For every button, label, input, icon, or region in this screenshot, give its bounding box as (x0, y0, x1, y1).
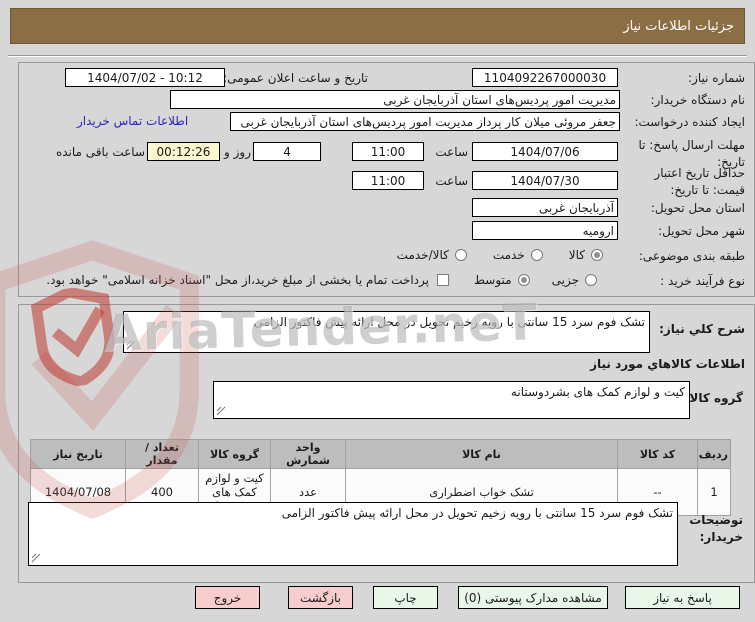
col-item-group: گروه کالا (198, 439, 271, 469)
buyer-org-value: مدیریت امور پردیس‌های استان آذربایجان غر… (383, 92, 616, 107)
buyer-org-field[interactable]: مدیریت امور پردیس‌های استان آذربایجان غر… (170, 90, 620, 109)
deadline-time-value: 11:00 (370, 144, 406, 159)
creator-value: جعفر مروئی میلان کار پرداز مدیریت امور پ… (240, 114, 616, 129)
service-radio[interactable] (530, 249, 543, 261)
remaining-time-label: ساعت باقی مانده (55, 145, 145, 159)
buyer-notes-label: توضیحات خریدار: (689, 513, 743, 545)
service-radio-label: خدمت (492, 248, 525, 262)
goods-service-radio[interactable] (454, 249, 467, 261)
medium-radio[interactable] (517, 274, 530, 286)
city-label: شهر محل تحویل: (658, 224, 745, 238)
remaining-time-value: 00:12:26 (156, 144, 211, 159)
col-quantity: تعداد / مقدار (125, 439, 199, 469)
creator-field[interactable]: جعفر مروئی میلان کار پرداز مدیریت امور پ… (230, 112, 620, 131)
validity-time-field[interactable]: 11:00 (352, 171, 424, 190)
remaining-days-label: روز و (224, 145, 251, 159)
remaining-days-field: 4 (253, 142, 321, 161)
exit-button[interactable]: خروج (195, 586, 260, 609)
minor-radio-label: جزیی (551, 273, 579, 287)
announce-datetime-label: تاریخ و ساعت اعلان عمومی: (223, 71, 368, 85)
classification-options: کالا خدمت کالا/خدمت (397, 248, 603, 262)
buyer-notes-value: تشک فوم سرد 15 سانتی با رویه زخیم تحویل … (281, 506, 673, 520)
process-type-label: نوع فرآیند خرید : (660, 274, 745, 288)
col-item-name: نام کالا (345, 439, 618, 469)
page-header-bar: جزئیات اطلاعات نیاز (10, 8, 745, 44)
buyer-org-label: نام دستگاه خریدار: (650, 93, 746, 107)
medium-radio-label: متوسط (473, 273, 512, 287)
header-divider (8, 55, 747, 57)
goods-group-value: کیت و لوازم کمک های بشردوستانه (510, 385, 685, 399)
goods-group-label: گروه کالا: (684, 391, 743, 405)
validity-time-value: 11:00 (370, 173, 406, 188)
description-value: تشک فوم سرد 15 سانتی با رویه زخیم تحویل … (253, 315, 645, 329)
city-value: ارومیه (582, 223, 614, 238)
classification-option-service: خدمت (493, 248, 543, 262)
view-attachments-button[interactable]: مشاهده مدارک پیوستی (0) (458, 586, 608, 609)
province-value: آذربایجان غربی (538, 200, 614, 215)
col-row-number: ردیف (697, 439, 731, 469)
goods-section-title: اطلاعات کالاهاي مورد نیاز (590, 357, 745, 371)
goods-group-field[interactable]: کیت و لوازم کمک های بشردوستانه (213, 381, 690, 419)
minor-radio[interactable] (585, 274, 597, 286)
need-number-field[interactable]: 1104092267000030 (472, 68, 618, 87)
need-number-label: شماره نیاز: (688, 71, 745, 85)
buyer-contact-link[interactable]: اطلاعات تماس خریدار (77, 114, 188, 128)
province-label: استان محل تحویل: (650, 201, 745, 215)
need-details-page: جزئیات اطلاعات نیاز شماره نیاز: 11040922… (0, 0, 755, 622)
validity-hour-label: ساعت (435, 174, 468, 188)
deadline-date-value: 1404/07/06 (510, 144, 580, 159)
need-number-value: 1104092267000030 (483, 70, 607, 85)
remaining-days-value: 4 (283, 144, 291, 159)
resize-grip-icon (31, 553, 41, 563)
page-title: جزئیات اطلاعات نیاز (623, 18, 734, 34)
col-need-date: تاریخ نیاز (30, 439, 126, 469)
goods-service-radio-label: کالا/خدمت (396, 248, 449, 262)
deadline-time-field[interactable]: 11:00 (352, 142, 424, 161)
description-label: شرح کلي نیاز: (659, 322, 745, 336)
print-button[interactable]: چاپ (373, 586, 438, 609)
remaining-time-field: 00:12:26 (147, 142, 220, 161)
goods-radio[interactable] (591, 249, 603, 261)
goods-radio-label: کالا (568, 248, 585, 262)
buyer-notes-textarea[interactable]: تشک فوم سرد 15 سانتی با رویه زخیم تحویل … (28, 502, 678, 566)
treasury-payment-checkbox[interactable] (437, 274, 449, 286)
treasury-payment-label: پرداخت تمام یا بخشی از مبلغ خرید،از محل … (46, 273, 429, 287)
creator-label: ایجاد کننده درخواست: (634, 115, 745, 129)
col-item-code: کد کالا (617, 439, 698, 469)
process-option-medium: متوسط (474, 273, 530, 287)
deadline-hour-label: ساعت (435, 145, 468, 159)
treasury-payment-group: پرداخت تمام یا بخشی از مبلغ خرید،از محل … (46, 273, 449, 287)
classification-option-goods-service: کالا/خدمت (397, 248, 467, 262)
announce-datetime-value: 1404/07/02 - 10:12 (87, 70, 203, 85)
respond-button[interactable]: پاسخ به نیاز (625, 586, 740, 609)
process-type-options: جزیی متوسط (474, 273, 597, 287)
back-button[interactable]: بازگشت (288, 586, 353, 609)
validity-date-field[interactable]: 1404/07/30 (472, 171, 618, 190)
validity-label: حداقل تاریخ اعتبار قیمت: تا تاریخ: (654, 166, 745, 198)
province-field[interactable]: آذربایجان غربی (472, 198, 618, 217)
deadline-date-field[interactable]: 1404/07/06 (472, 142, 618, 161)
resize-grip-icon (216, 406, 226, 416)
classification-option-goods: کالا (569, 248, 603, 262)
classification-label: طبقه بندی موضوعی: (638, 249, 745, 263)
description-textarea[interactable]: تشک فوم سرد 15 سانتی با رویه زخیم تحویل … (123, 311, 650, 353)
cell-row-number: 1 (697, 468, 731, 516)
process-option-minor: جزیی (552, 273, 597, 287)
goods-table-header-row: ردیف کد کالا نام کالا واحد شمارش گروه کا… (30, 439, 731, 469)
col-unit: واحد شمارش (270, 439, 346, 469)
city-field[interactable]: ارومیه (472, 221, 618, 240)
validity-date-value: 1404/07/30 (510, 173, 580, 188)
announce-datetime-field[interactable]: 1404/07/02 - 10:12 (65, 68, 225, 87)
resize-grip-icon (126, 340, 136, 350)
